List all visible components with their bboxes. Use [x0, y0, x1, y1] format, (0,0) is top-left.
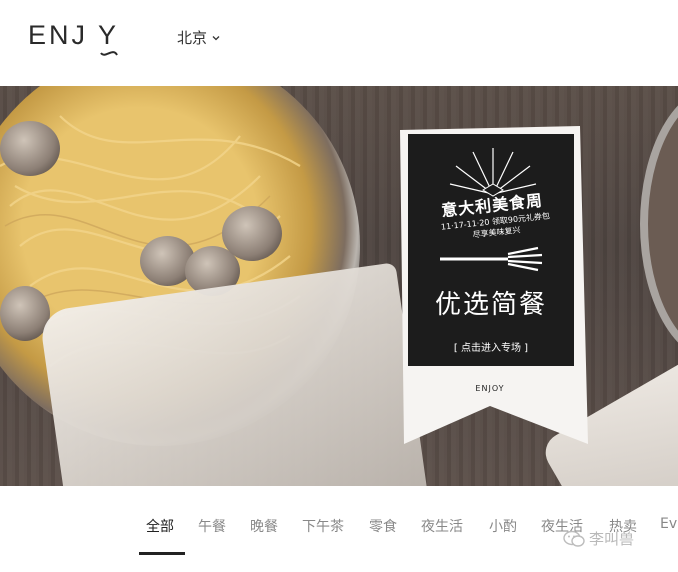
promo-card-panel: 意大利美食周 11·17-11·20 领取90元礼券包 尽享美味复兴 优选简餐 …	[408, 134, 574, 366]
tab-drinks[interactable]: 小酌	[489, 516, 517, 536]
hero-banner[interactable]: 意大利美食周 11·17-11·20 领取90元礼券包 尽享美味复兴 优选简餐 …	[0, 86, 678, 486]
tab-afternoon-tea[interactable]: 下午茶	[302, 516, 344, 536]
tab-nightlife[interactable]: 夜生活	[421, 516, 463, 536]
logo-text: ENJ Y	[28, 20, 120, 50]
tab-lunch[interactable]: 午餐	[198, 516, 226, 536]
watermark: 李叫兽	[563, 528, 634, 549]
card-headline: 优选简餐	[434, 290, 547, 320]
category-tabs: 全部 午餐 晚餐 下午茶 零食 夜生活 小酌 夜生活 热卖 Ev 李叫兽	[0, 486, 678, 572]
chevron-down-icon	[212, 35, 220, 40]
card-enjoy-logo: ENJOY	[475, 384, 505, 393]
active-tab-indicator	[139, 552, 185, 555]
clam-image	[222, 206, 282, 261]
tab-all[interactable]: 全部	[146, 516, 174, 536]
watermark-text: 李叫兽	[589, 530, 635, 548]
tab-snacks[interactable]: 零食	[369, 516, 397, 536]
promo-card[interactable]: 意大利美食周 11·17-11·20 领取90元礼券包 尽享美味复兴 优选简餐 …	[392, 126, 588, 444]
app-header: ENJ Y 北京	[0, 0, 678, 86]
city-selector[interactable]: 北京	[177, 27, 221, 48]
tab-dinner[interactable]: 晚餐	[250, 516, 278, 536]
enjoy-logo[interactable]: ENJ Y	[28, 20, 119, 51]
logo-tilde-icon	[100, 51, 118, 56]
clam-image	[0, 121, 60, 176]
city-label: 北京	[177, 29, 208, 47]
fork-icon	[440, 246, 543, 272]
wechat-icon	[563, 530, 585, 547]
enter-special-button[interactable]: [ 点击进入专场 ]	[408, 339, 574, 354]
tab-ev[interactable]: Ev	[660, 516, 677, 532]
